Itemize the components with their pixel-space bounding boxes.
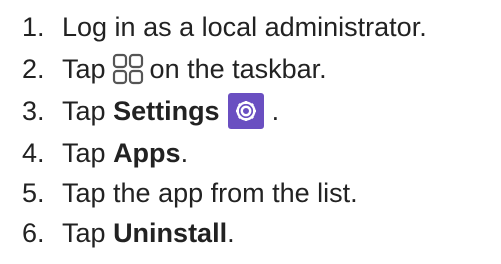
- step-text-start: Tap: [62, 53, 106, 84]
- step-number: 6.: [22, 217, 45, 248]
- step-text: Tap on the taskbar.: [62, 53, 327, 85]
- step-6: 6. Tap Uninstall.: [0, 212, 501, 254]
- apps-grid-icon: [112, 53, 144, 85]
- step-number: 1.: [22, 11, 45, 42]
- step-text-end: .: [271, 95, 280, 126]
- step-text-start: Tap: [62, 137, 106, 168]
- step-5: 5. Tap the app from the list.: [0, 172, 501, 214]
- step-text-start: Tap: [62, 217, 106, 248]
- step-text-end: on the taskbar.: [149, 53, 327, 84]
- step-number: 5.: [22, 177, 45, 208]
- step-text: Tap Uninstall.: [62, 218, 235, 249]
- step-number: 2.: [22, 53, 45, 84]
- settings-gear-icon: [227, 93, 264, 129]
- step-4: 4. Tap Apps.: [0, 132, 501, 174]
- step-text: Tap Settings .: [62, 93, 279, 129]
- step-3: 3. Tap Settings .: [0, 90, 501, 132]
- step-number: 3.: [22, 95, 45, 126]
- step-text-bold: Apps: [113, 137, 181, 168]
- step-text-end: .: [180, 137, 189, 168]
- step-number: 4.: [22, 137, 45, 168]
- step-text-end: .: [227, 217, 235, 248]
- step-text: Log in as a local administrator.: [62, 11, 427, 42]
- step-text-bold: Uninstall: [113, 217, 228, 248]
- step-text-start: Tap: [62, 95, 106, 126]
- step-1: 1. Log in as a local administrator.: [0, 6, 501, 48]
- step-2: 2. Tap on the taskbar.: [0, 48, 501, 90]
- step-text: Tap the app from the list.: [62, 177, 358, 208]
- step-text: Tap Apps.: [62, 138, 188, 169]
- step-text-bold: Settings: [113, 95, 220, 126]
